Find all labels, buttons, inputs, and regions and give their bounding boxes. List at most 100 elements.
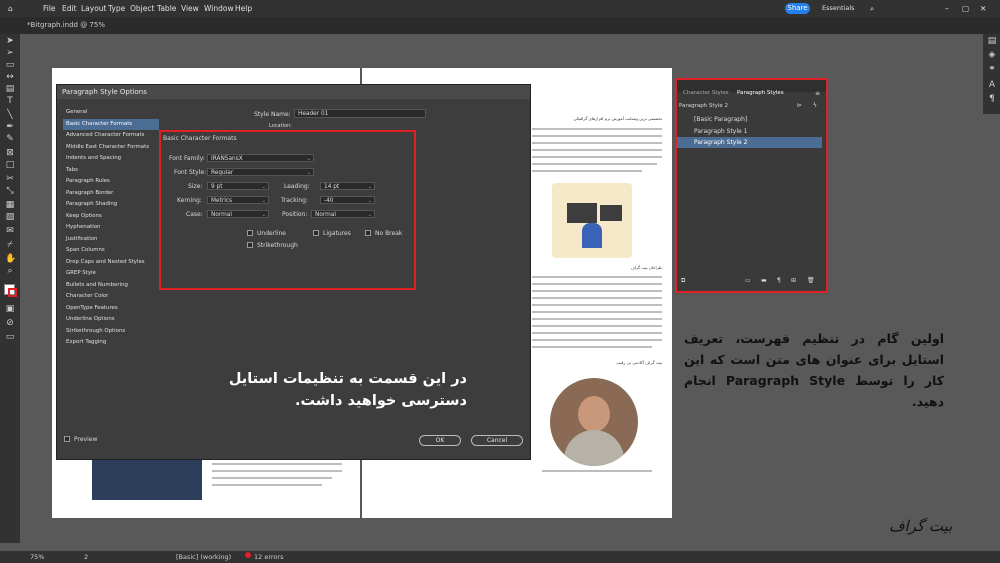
hand-tool-icon[interactable]: ✋ (5, 254, 16, 264)
menu-type[interactable]: Type (108, 4, 125, 13)
category-item[interactable]: Bullets and Numbering (63, 280, 159, 292)
category-item[interactable]: Advanced Character Formats (63, 130, 159, 142)
line-tool-icon[interactable]: ╲ (5, 110, 15, 120)
page-number[interactable]: 2 (84, 553, 88, 561)
size-label: Size: (188, 183, 203, 190)
selection-tool-icon[interactable]: ➤ (5, 36, 15, 46)
category-item[interactable]: Paragraph Border (63, 188, 159, 200)
brand-logo: بیت گراف (889, 517, 953, 535)
kerning-label: Kerning: (177, 197, 202, 204)
category-item[interactable]: Underline Options (63, 314, 159, 326)
category-item[interactable]: Keep Options (63, 211, 159, 223)
menu-layout[interactable]: Layout (81, 4, 107, 13)
menu-edit[interactable]: Edit (62, 4, 77, 13)
position-label: Position: (282, 211, 308, 218)
paragraph-style-options-dialog: Paragraph Style Options General Basic Ch… (56, 84, 531, 460)
home-icon[interactable]: ⌂ (8, 4, 13, 13)
pen-tool-icon[interactable]: ✒ (5, 122, 15, 132)
category-item[interactable]: Paragraph Shading (63, 199, 159, 211)
formatting-affects-container-icon[interactable]: ▣ (5, 304, 15, 314)
zoom-level[interactable]: 75% (30, 553, 44, 561)
cancel-button[interactable]: Cancel (471, 435, 523, 446)
pages-icon[interactable]: ▤ (987, 36, 997, 46)
menu-table[interactable]: Table (157, 4, 176, 13)
underline-checkbox[interactable] (247, 230, 253, 236)
direct-selection-tool-icon[interactable]: ➢ (5, 48, 15, 58)
category-item[interactable]: Strikethrough Options (63, 326, 159, 338)
character-icon[interactable]: A (987, 80, 997, 90)
type-tool-icon[interactable]: T (5, 96, 15, 106)
document-tab[interactable]: *Bitgraph.indd @ 75% (27, 21, 105, 29)
screen-mode-icon[interactable]: ▭ (5, 332, 15, 342)
error-count[interactable]: 12 errors (254, 553, 283, 561)
font-family-label: Font Family: (169, 155, 205, 162)
kerning-field[interactable]: Metrics ⌄ (207, 196, 269, 204)
rectangle-tool-icon[interactable]: □ (5, 160, 15, 170)
close-icon[interactable]: ✕ (980, 4, 986, 13)
category-item[interactable]: Middle East Character Formats (63, 142, 159, 154)
share-button[interactable]: Share (785, 3, 810, 14)
category-item[interactable]: Justification (63, 234, 159, 246)
case-select[interactable]: Normal ⌄ (207, 210, 269, 218)
tracking-field[interactable]: -40 ⌄ (320, 196, 375, 204)
category-item-selected[interactable]: Basic Character Formats (63, 118, 159, 130)
category-item[interactable]: Indents and Spacing (63, 153, 159, 165)
ok-button[interactable]: OK (419, 435, 461, 446)
style-name-field[interactable]: Header 01 (294, 109, 426, 118)
no-break-label: No Break (375, 230, 403, 237)
profile-photo (550, 378, 638, 466)
category-item[interactable]: Hyphenation (63, 222, 159, 234)
stroke-swatch[interactable] (8, 288, 17, 297)
free-transform-tool-icon[interactable]: ⤡ (5, 186, 15, 196)
page-tool-icon[interactable]: ▭ (5, 60, 15, 70)
search-icon[interactable]: ⌕ (870, 4, 874, 14)
layers-icon[interactable]: ◈ (987, 50, 997, 60)
note-tool-icon[interactable]: ✉ (5, 226, 15, 236)
rectangle-frame-tool-icon[interactable]: ⊠ (5, 148, 15, 158)
category-item[interactable]: Tabs (63, 165, 159, 177)
gradient-feather-tool-icon[interactable]: ▧ (5, 212, 15, 222)
links-icon[interactable]: ⚭ (987, 64, 997, 74)
font-style-select[interactable]: Regular ⌄ (207, 168, 314, 176)
menu-bar: ⌂ File Edit Layout Type Object Table Vie… (0, 0, 1000, 17)
ligatures-checkbox[interactable] (313, 230, 319, 236)
pencil-tool-icon[interactable]: ✎ (5, 134, 15, 144)
menu-help[interactable]: Help (235, 4, 252, 13)
strikethrough-checkbox[interactable] (247, 242, 253, 248)
menu-file[interactable]: File (43, 4, 56, 13)
font-style-label: Font Style: (174, 169, 207, 176)
category-item[interactable]: Paragraph Rules (63, 176, 159, 188)
no-break-checkbox[interactable] (365, 230, 371, 236)
menu-window[interactable]: Window (204, 4, 234, 13)
menu-object[interactable]: Object (130, 4, 154, 13)
scissors-tool-icon[interactable]: ✂ (5, 174, 15, 184)
eyedropper-tool-icon[interactable]: ⌿ (5, 240, 15, 250)
gradient-tool-icon[interactable]: ▦ (5, 200, 15, 210)
category-item[interactable]: Drop Caps and Nested Styles (63, 257, 159, 269)
category-item[interactable]: GREP Style (63, 268, 159, 280)
content-collector-icon[interactable]: ▤ (5, 84, 15, 94)
location-label: Location: (269, 123, 292, 129)
position-select[interactable]: Normal ⌄ (311, 210, 375, 218)
chevron-down-icon: ⌄ (306, 156, 311, 162)
maximize-icon[interactable]: ▢ (962, 4, 969, 13)
category-item[interactable]: OpenType Features (63, 303, 159, 315)
apply-none-icon[interactable]: ⊘ (5, 318, 15, 328)
gap-tool-icon[interactable]: ↔ (5, 72, 15, 82)
preview-checkbox[interactable] (64, 436, 70, 442)
styles-panel-highlight (675, 78, 828, 293)
menu-view[interactable]: View (181, 4, 199, 13)
zoom-tool-icon[interactable]: ⌕ (5, 266, 15, 276)
workspace-switcher[interactable]: Essentials (822, 4, 855, 12)
category-item[interactable]: Export Tagging (63, 337, 159, 349)
working-style[interactable]: [Basic] (working) (176, 553, 231, 561)
font-family-select[interactable]: IRANSansX ⌄ (207, 154, 314, 162)
leading-field[interactable]: 14 pt ⌄ (320, 182, 375, 190)
category-item[interactable]: Span Columns (63, 245, 159, 257)
category-item[interactable]: General (63, 107, 159, 119)
chevron-down-icon: ⌄ (261, 198, 266, 204)
size-field[interactable]: 9 pt ⌄ (207, 182, 269, 190)
category-item[interactable]: Character Color (63, 291, 159, 303)
minimize-icon[interactable]: – (945, 4, 949, 13)
paragraph-icon[interactable]: ¶ (987, 94, 997, 104)
